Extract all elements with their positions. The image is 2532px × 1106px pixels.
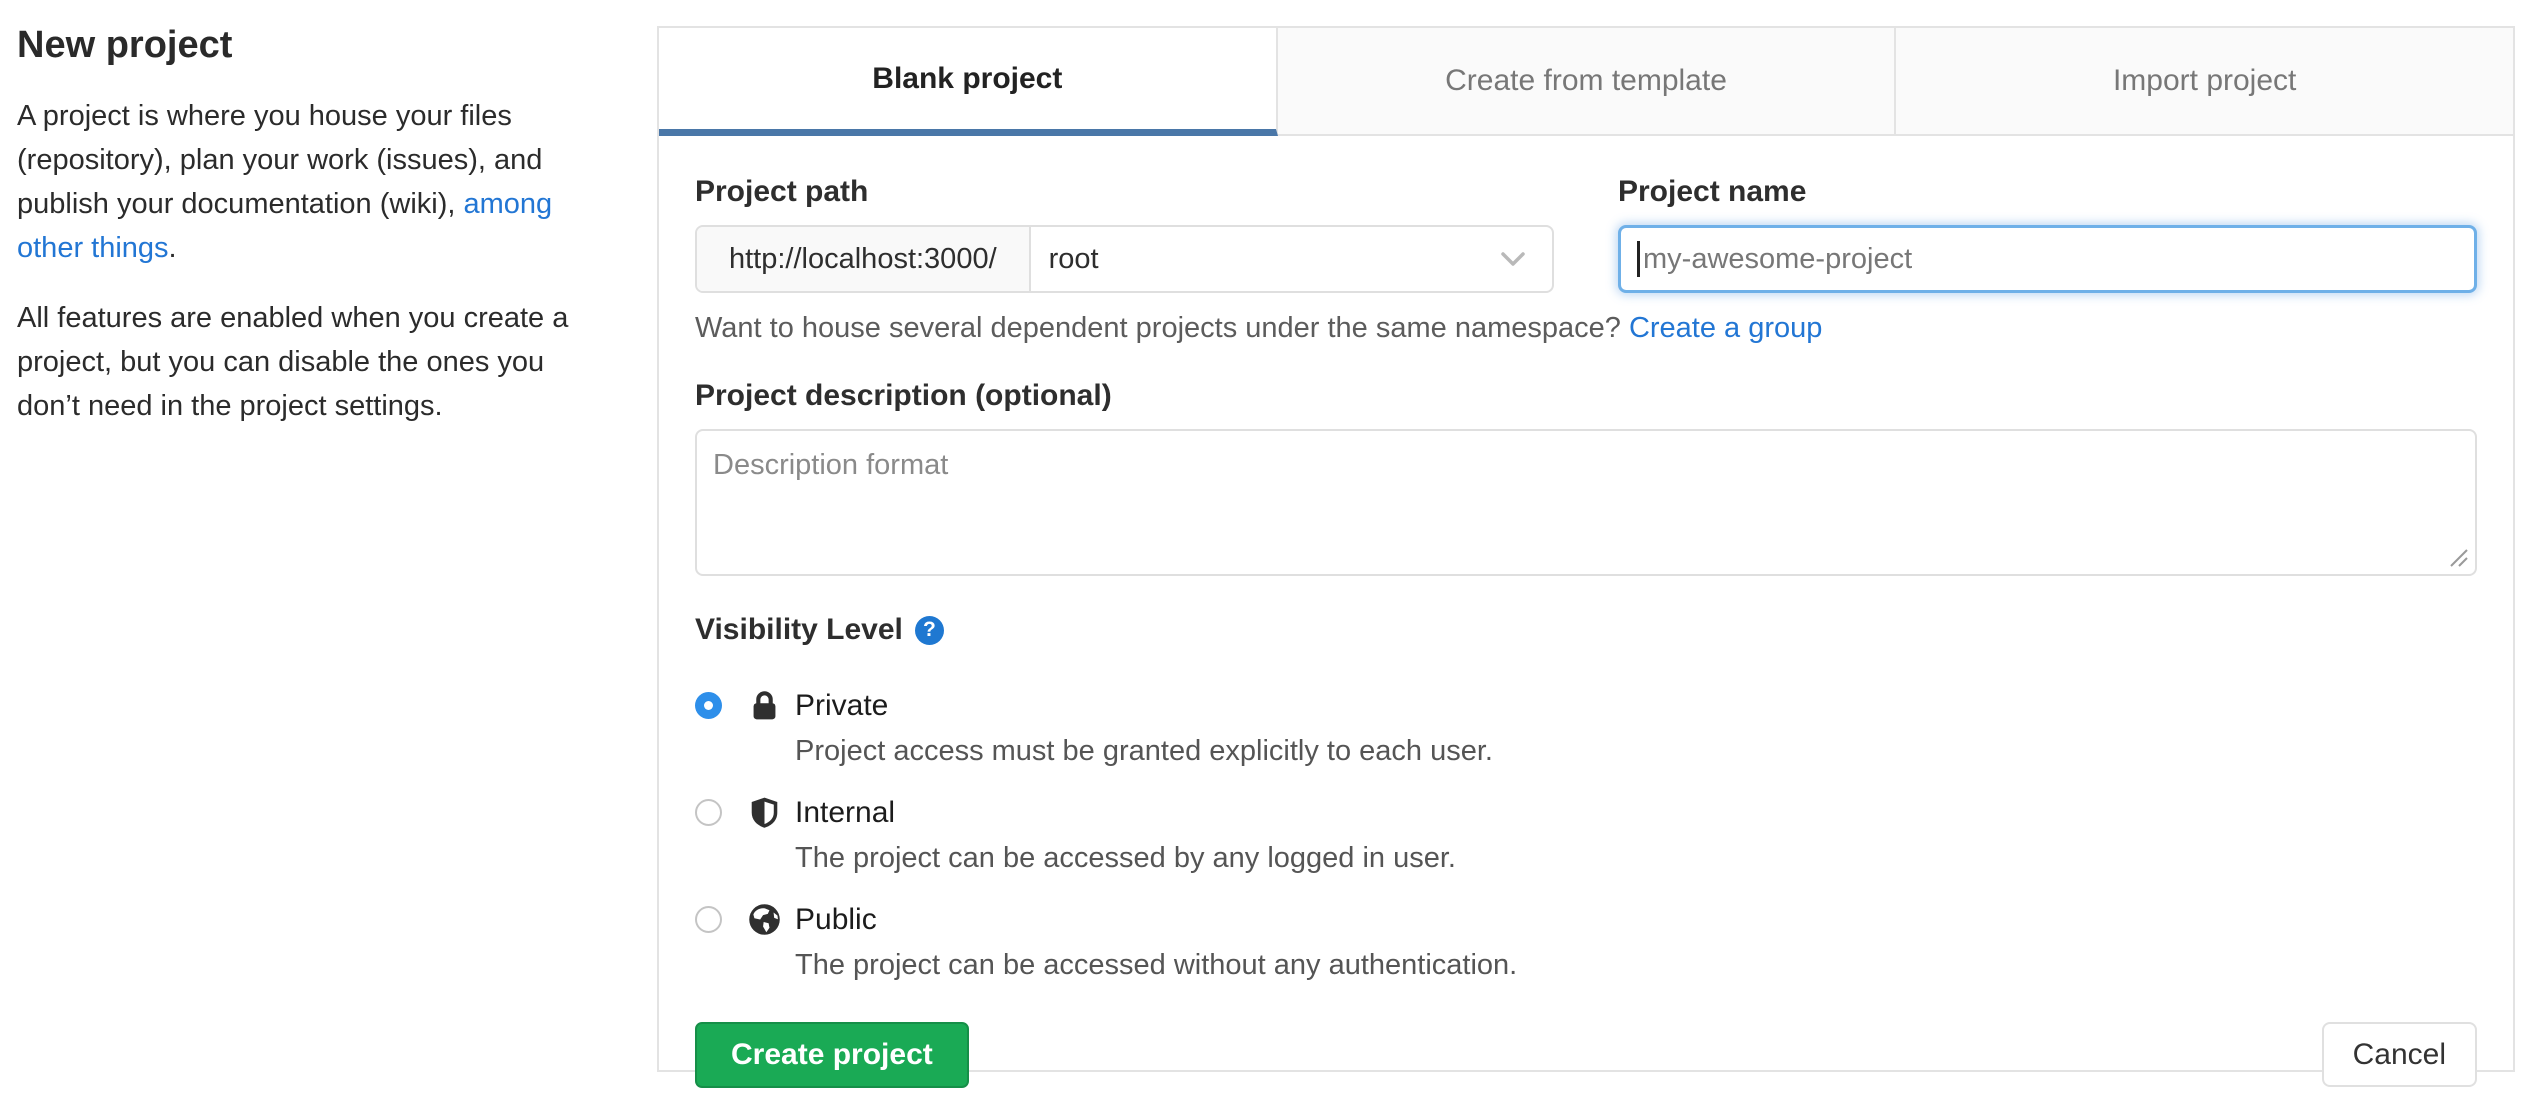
- project-description-placeholder: Description format: [713, 449, 949, 481]
- private-option-label[interactable]: Private: [795, 685, 1493, 727]
- text-cursor: [1637, 241, 1640, 277]
- public-radio[interactable]: [695, 906, 722, 933]
- new-project-panel: Blank project Create from template Impor…: [657, 26, 2515, 1088]
- help-icon[interactable]: ?: [914, 615, 944, 645]
- globe-icon: [749, 904, 780, 935]
- private-option-description: Project access must be granted explicitl…: [795, 735, 1493, 767]
- namespace-hint: Want to house several dependent projects…: [695, 311, 2477, 345]
- tab-label: Import project: [2112, 64, 2297, 97]
- textarea-resize-handle[interactable]: [2447, 546, 2469, 568]
- internal-option-label[interactable]: Internal: [795, 792, 1456, 834]
- project-description-label: Project description (optional): [695, 379, 1112, 412]
- visibility-option-public: Public The project can be accessed witho…: [695, 899, 2477, 985]
- blank-project-form: Project path http://localhost:3000/ root…: [659, 136, 2513, 1088]
- visibility-option-internal: Internal The project can be accessed by …: [695, 792, 2477, 878]
- project-name-placeholder: my-awesome-project: [1643, 242, 1913, 275]
- new-project-sidebar: New project A project is where you house…: [17, 22, 602, 428]
- tab-create-from-template[interactable]: Create from template: [1277, 28, 1897, 136]
- visibility-options: Private Project access must be granted e…: [695, 685, 2477, 985]
- namespace-selected-value: root: [1048, 242, 1099, 275]
- sidebar-features-paragraph: All features are enabled when you create…: [17, 302, 569, 422]
- tab-label: Create from template: [1445, 64, 1727, 97]
- tab-import-project[interactable]: Import project: [1896, 28, 2514, 136]
- create-a-group-link[interactable]: Create a group: [1629, 312, 1822, 344]
- project-name-input[interactable]: my-awesome-project: [1618, 225, 2477, 293]
- project-type-tabs: Blank project Create from template Impor…: [659, 28, 2514, 136]
- namespace-select[interactable]: root: [1031, 227, 1552, 291]
- tab-blank-project[interactable]: Blank project: [659, 28, 1278, 136]
- visibility-option-private: Private Project access must be granted e…: [695, 685, 2477, 771]
- lock-icon: [753, 691, 776, 720]
- intro-text-period: .: [168, 232, 177, 264]
- url-prefix-addon: http://localhost:3000/: [697, 227, 1031, 291]
- create-project-button[interactable]: Create project: [695, 1022, 969, 1088]
- page-title: New project: [17, 24, 233, 66]
- cancel-button[interactable]: Cancel: [2321, 1022, 2477, 1087]
- chevron-down-icon: [1501, 251, 1525, 266]
- project-description-textarea[interactable]: Description format: [695, 429, 2477, 576]
- tab-label: Blank project: [872, 61, 1063, 95]
- internal-radio[interactable]: [695, 799, 722, 826]
- public-option-label[interactable]: Public: [795, 899, 1517, 941]
- project-path-input-group: http://localhost:3000/ root: [695, 225, 1554, 293]
- private-radio[interactable]: [695, 692, 722, 719]
- project-name-label: Project name: [1618, 175, 1807, 208]
- public-option-description: The project can be accessed without any …: [795, 949, 1518, 981]
- visibility-level-label: Visibility Level: [695, 613, 903, 646]
- shield-icon: [751, 797, 778, 828]
- project-path-label: Project path: [695, 175, 869, 208]
- sidebar-intro-paragraph: A project is where you house your files …: [17, 94, 602, 270]
- namespace-hint-text: Want to house several dependent projects…: [695, 312, 1629, 344]
- internal-option-description: The project can be accessed by any logge…: [795, 842, 1456, 874]
